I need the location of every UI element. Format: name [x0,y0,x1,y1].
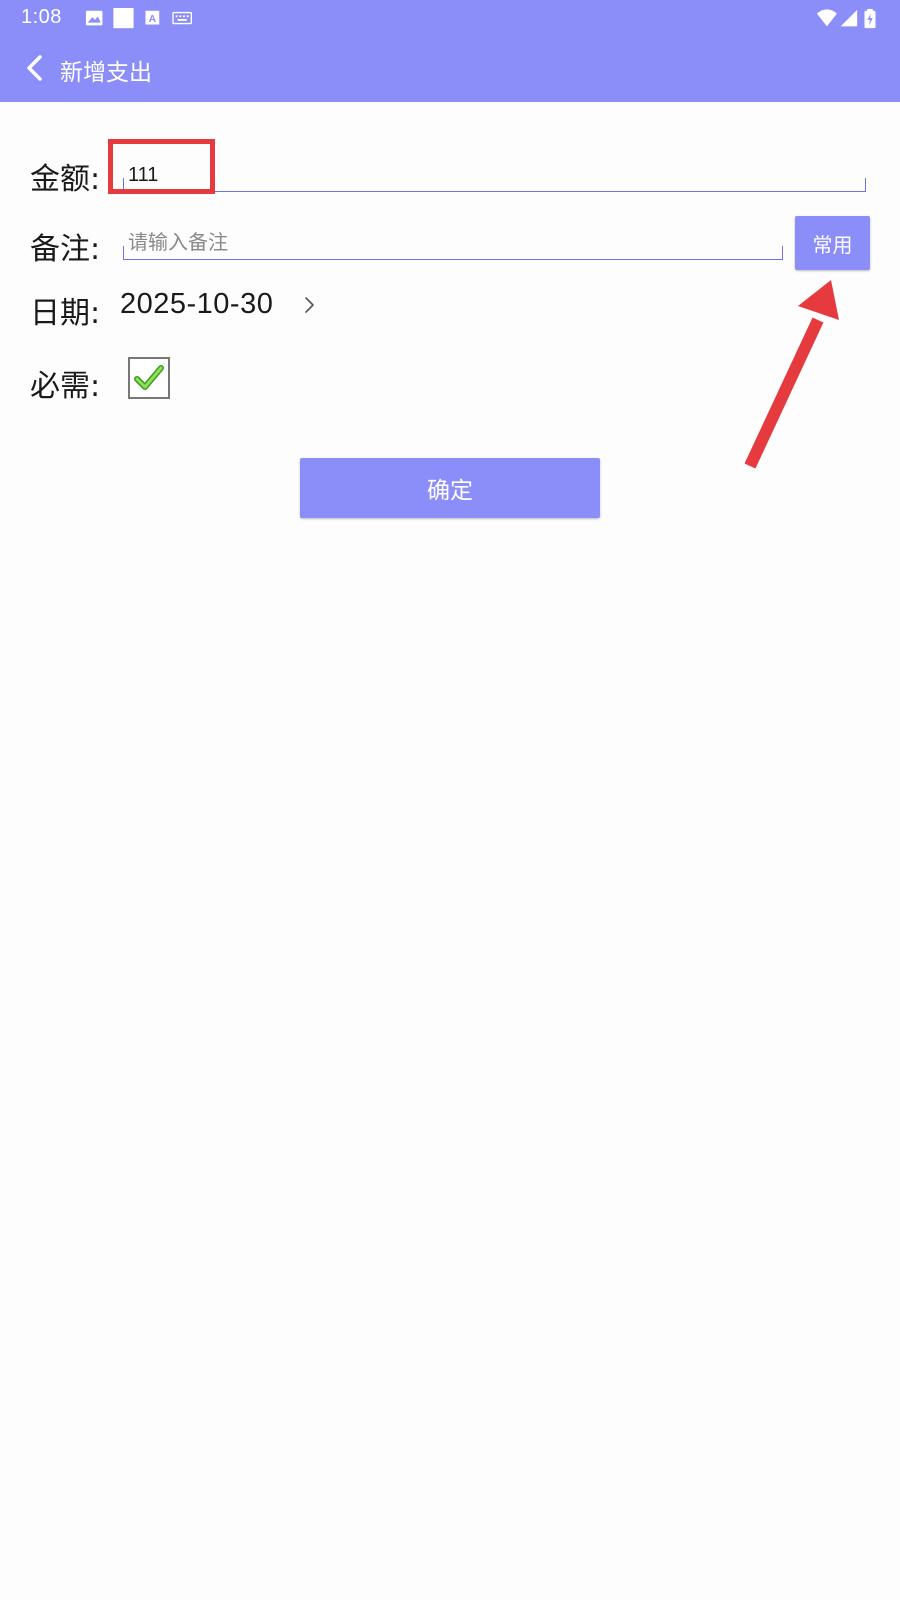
status-time: 1:08 [21,6,62,28]
keyboard-icon [172,11,193,25]
signal-icon [840,9,858,27]
required-checkbox[interactable] [128,357,170,399]
date-value[interactable]: 2025-10-30 [120,288,273,321]
amount-input[interactable] [128,162,848,188]
confirm-button[interactable]: 确定 [300,458,600,518]
a-icon: A [145,10,160,25]
note-input[interactable] [128,230,768,256]
note-label: 备注: [30,232,101,267]
amount-label: 金额: [30,162,101,197]
battery-charging-icon [864,8,876,29]
status-icons-left: A [85,8,193,29]
wifi-icon [816,9,837,27]
chevron-right-icon[interactable] [300,292,320,318]
chevron-left-icon [27,55,42,81]
page-title: 新增支出 [60,60,152,86]
image-icon [85,10,103,26]
required-label: 必需: [30,369,101,404]
screen: 1:08 A 新增支出 金额: 111 备注: 请输入备注 常用 日期: 202… [0,0,900,1600]
checkmark-icon [134,365,164,390]
square-icon [113,8,134,29]
common-button[interactable]: 常用 [795,216,870,270]
back-button[interactable] [12,45,58,91]
date-label: 日期: [30,296,101,331]
app-bar: 新增支出 [0,37,900,102]
status-icons-right [816,8,876,29]
svg-text:A: A [149,14,157,25]
status-bar: 1:08 A [0,0,900,37]
